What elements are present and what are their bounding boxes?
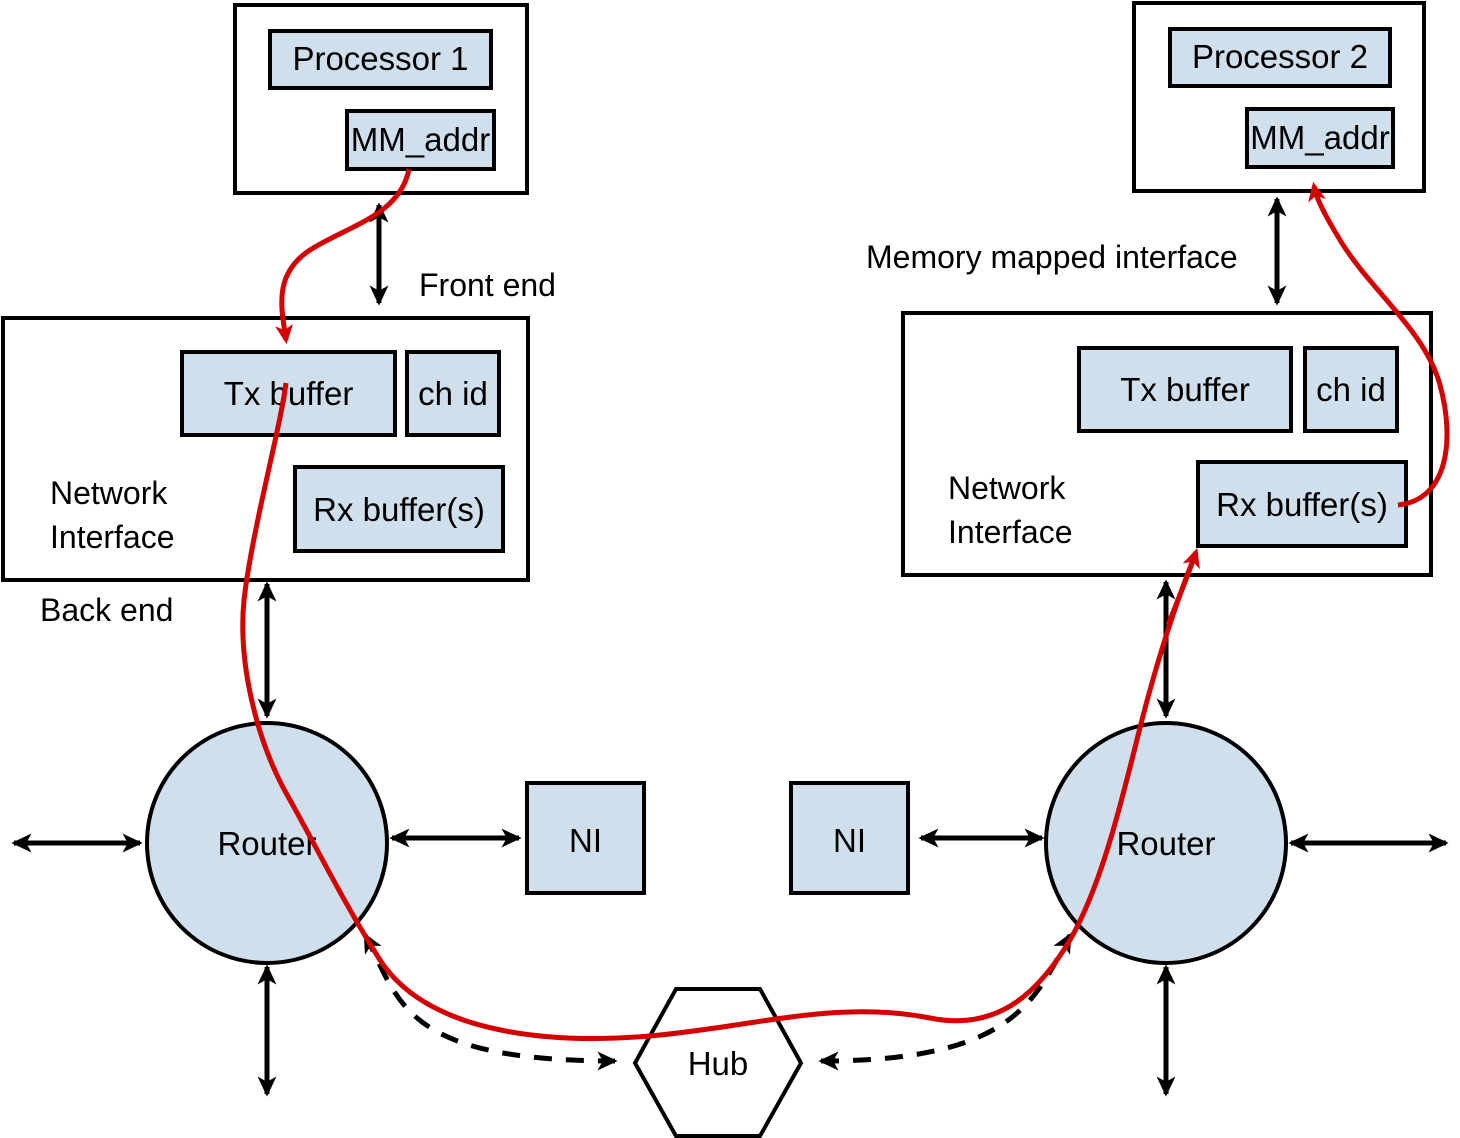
hub-label: Hub <box>688 1045 749 1082</box>
right-tx-buffer-label: Tx buffer <box>1120 371 1250 408</box>
front-end-label: Front end <box>419 267 556 303</box>
right-router-label: Router <box>1116 825 1215 862</box>
left-router-group: Router <box>145 721 389 965</box>
right-ni-block-group: NI <box>789 781 910 895</box>
diagram-canvas: Processor 1 MM_addr Front end Network In… <box>0 0 1460 1138</box>
network-interface-diagram: Processor 1 MM_addr Front end Network In… <box>1 1 1450 1138</box>
left-router-hub-dashed-link <box>362 932 618 1071</box>
left-ch-id-label: ch id <box>418 375 488 412</box>
right-ni-block-label: NI <box>833 822 866 859</box>
right-ni-title-line2: Interface <box>948 514 1073 550</box>
right-processor-group: Processor 2 MM_addr <box>1132 1 1426 193</box>
left-ni-block-group: NI <box>525 781 646 895</box>
left-ni-title-line2: Interface <box>50 519 175 555</box>
hub-group: Hub <box>632 987 804 1138</box>
left-mm-addr-label: MM_addr <box>351 121 490 158</box>
left-network-interface-group: Network Interface Tx buffer ch id Rx buf… <box>1 316 530 582</box>
left-rx-buffer-label: Rx buffer(s) <box>313 491 485 528</box>
right-rx-buffer-label: Rx buffer(s) <box>1216 486 1388 523</box>
hub-right-router-dashed-link <box>818 932 1073 1071</box>
left-processor-group: Processor 1 MM_addr <box>233 3 529 195</box>
back-end-label: Back end <box>40 592 173 628</box>
left-tx-buffer-label: Tx buffer <box>224 375 354 412</box>
right-router-group: Router <box>1044 721 1288 965</box>
right-ch-id-label: ch id <box>1316 371 1386 408</box>
right-ni-title-line1: Network <box>948 470 1066 506</box>
processor-2-label: Processor 2 <box>1192 38 1368 75</box>
memory-mapped-interface-label: Memory mapped interface <box>866 239 1238 275</box>
processor-1-label: Processor 1 <box>292 40 468 77</box>
left-ni-block-label: NI <box>569 822 602 859</box>
left-router-label: Router <box>217 825 316 862</box>
right-mm-addr-label: MM_addr <box>1250 119 1389 156</box>
left-ni-title-line1: Network <box>50 475 168 511</box>
right-network-interface-group: Network Interface Tx buffer ch id Rx buf… <box>901 311 1433 577</box>
